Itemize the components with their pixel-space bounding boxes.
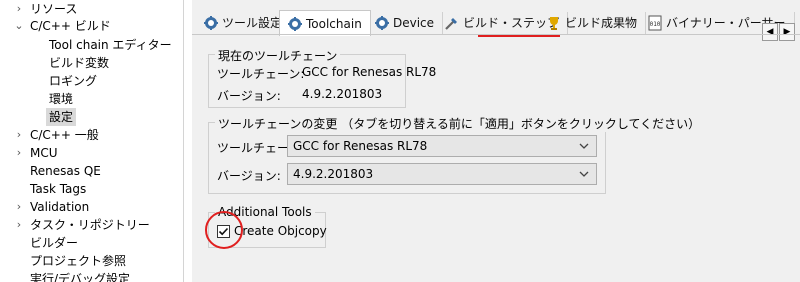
tab-tool-settings[interactable]: ツール設定 — [196, 12, 292, 34]
current-version-label: バージョン: — [217, 89, 281, 103]
chevron-down-icon[interactable]: ⌄ — [13, 17, 25, 35]
active-tab-highlight — [478, 35, 560, 37]
current-toolchain-title: 現在のツールチェーン — [215, 47, 341, 64]
tab-scroll-right-button[interactable]: ▶ — [779, 23, 795, 41]
binary-parser-icon: 010 — [648, 15, 662, 31]
chevron-right-icon[interactable]: › — [13, 126, 25, 144]
change-toolchain-group: ツールチェーンの変更 （タブを切り替える前に「適用」ボタンをクリックしてください… — [208, 115, 704, 194]
tab-device[interactable]: Device — [367, 12, 444, 34]
svg-text:010: 010 — [650, 21, 661, 28]
settings-tree: › リソース ⌄ C/C++ ビルド Tool chain エディター ビルド変… — [0, 0, 180, 282]
build-steps-icon — [445, 18, 457, 30]
toolchain-icon — [288, 17, 302, 31]
change-toolchain-title: ツールチェーンの変更 （タブを切り替える前に「適用」ボタンをクリックしてください… — [215, 115, 704, 132]
trophy-icon — [550, 17, 558, 30]
pane-divider[interactable] — [183, 0, 184, 282]
current-toolchain-group: 現在のツールチェーン ツールチェーン: GCC for Renesas RL78… — [208, 47, 436, 108]
toolchain-select[interactable]: GCC for Renesas RL78 — [287, 135, 597, 157]
tool-settings-icon — [204, 16, 218, 30]
current-version-value: 4.9.2.201803 — [302, 87, 383, 101]
chevron-down-icon — [579, 171, 589, 177]
tab-build-artifact[interactable]: ビルド成果物 — [539, 12, 647, 34]
tab-bar: ツール設定 Toolchain Device ビルド・ステップ ビルド成果物 0… — [192, 10, 800, 41]
highlight-circle — [205, 211, 243, 249]
chevron-right-icon[interactable]: › — [13, 0, 25, 18]
chevron-right-icon[interactable]: › — [13, 198, 25, 216]
chevron-down-icon — [579, 143, 589, 149]
version-select[interactable]: 4.9.2.201803 — [287, 163, 597, 185]
chevron-right-icon[interactable]: › — [13, 144, 25, 162]
current-toolchain-value: GCC for Renesas RL78 — [302, 65, 437, 79]
tab-toolchain[interactable]: Toolchain — [279, 10, 371, 36]
device-icon — [375, 16, 389, 30]
create-objcopy-label[interactable]: Create Objcopy — [234, 224, 327, 238]
current-toolchain-label: ツールチェーン: — [217, 67, 305, 81]
settings-panel: ツール設定 Toolchain Device ビルド・ステップ ビルド成果物 0… — [192, 0, 800, 282]
chevron-right-icon[interactable]: › — [13, 216, 25, 234]
tab-scroll-left-button[interactable]: ◀ — [762, 23, 778, 41]
change-version-label: バージョン: — [217, 169, 281, 183]
